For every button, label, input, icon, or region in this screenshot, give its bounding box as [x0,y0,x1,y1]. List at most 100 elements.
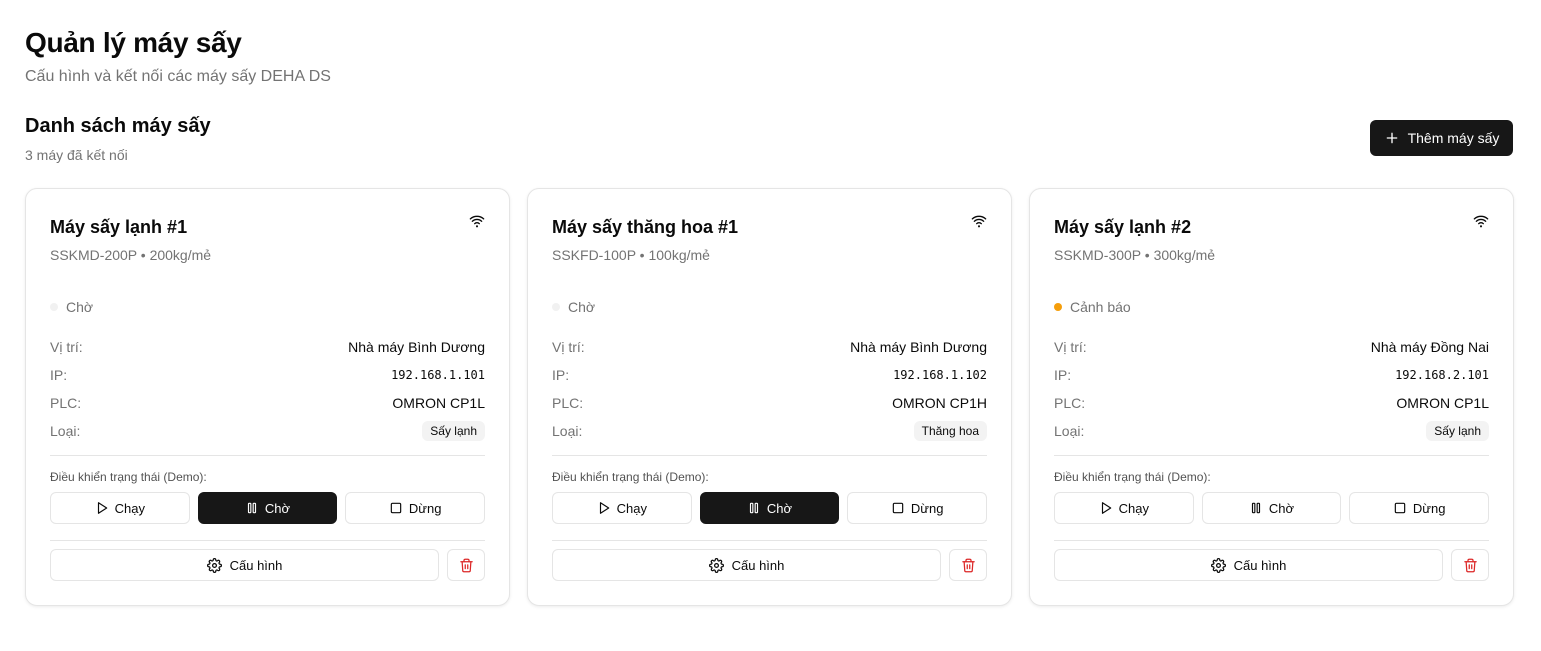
dryer-name: Máy sấy lạnh #2 [1054,217,1192,237]
trash-icon [1463,558,1477,572]
dryer-name: Máy sấy lạnh #1 [50,217,188,237]
delete-button[interactable] [1451,549,1489,581]
plc-value: OMRON CP1L [1396,395,1489,411]
divider [1054,455,1489,456]
status-indicator: Chờ [50,298,93,316]
location-label: Vị trí: [50,339,83,355]
page-header: Quản lý máy sấy Cấu hình và kết nối các … [25,26,331,87]
ip-label: IP: [50,367,68,383]
delete-button[interactable] [949,549,987,581]
divider [552,455,987,456]
status-dot [50,303,58,311]
gear-icon [1210,557,1226,573]
wifi-icon [1473,215,1489,228]
pause-icon [1251,502,1261,514]
delete-button[interactable] [447,549,485,581]
status-text: Chờ [66,299,94,315]
control-label: Điều khiển trạng thái (Demo): [50,470,207,484]
info-row-ip: IP: 192.168.1.101 [50,361,485,389]
run-button[interactable]: Chạy [50,492,190,524]
page-title: Quản lý máy sấy [25,27,242,58]
divider [1054,540,1489,541]
stop-button[interactable]: Dừng [847,492,988,524]
stop-button[interactable]: Dừng [345,492,486,524]
wifi-icon [469,215,485,228]
wait-button[interactable]: Chờ [1201,492,1342,524]
stop-icon [892,502,904,514]
dryer-card-list: Máy sấy lạnh #1 SSKMD-200P • 200kg/mẻ Ch… [25,188,1514,606]
location-value: Nhà máy Đồng Nai [1370,339,1489,355]
card-actions: Cấu hình [552,549,987,581]
plc-value: OMRON CP1L [392,395,485,411]
page-subtitle: Cấu hình và kết nối các máy sấy DEHA DS [25,68,331,85]
card-actions: Cấu hình [1054,549,1489,581]
run-button[interactable]: Chạy [552,492,692,524]
wifi-icon [971,215,987,228]
dryer-card: Máy sấy lạnh #2 SSKMD-300P • 300kg/mẻ Cả… [1029,188,1514,606]
trash-icon [961,558,975,572]
wait-button[interactable]: Chờ [197,492,338,524]
dryer-card: Máy sấy thăng hoa #1 SSKFD-100P • 100kg/… [527,188,1012,606]
play-icon [97,502,107,514]
dryer-model: SSKFD-100P • 100kg/mẻ [552,247,710,263]
status-controls: Chạy Chờ Dừng [552,492,988,524]
run-label: Chạy [1118,500,1150,516]
type-badge: Sấy lạnh [1426,421,1489,441]
stop-label: Dừng [408,500,442,516]
divider [552,540,987,541]
section-title: Danh sách máy sấy [25,115,211,137]
config-button[interactable]: Cấu hình [50,549,439,581]
divider [50,455,485,456]
stop-button[interactable]: Dừng [1349,492,1490,524]
info-row-plc: PLC: OMRON CP1H [552,389,987,417]
ip-label: IP: [552,367,570,383]
add-dryer-button[interactable]: Thêm máy sấy [1370,120,1513,156]
status-indicator: Cảnh báo [1054,298,1131,316]
wait-button[interactable]: Chờ [699,492,840,524]
pause-icon [247,502,257,514]
control-label: Điều khiển trạng thái (Demo): [552,470,709,484]
type-label: Loại: [1054,423,1085,439]
run-label: Chạy [616,500,648,516]
type-label: Loại: [50,423,81,439]
status-dot [1054,303,1062,311]
location-value: Nhà máy Bình Dương [348,339,485,355]
dryer-card: Máy sấy lạnh #1 SSKMD-200P • 200kg/mẻ Ch… [25,188,510,606]
info-row-location: Vị trí: Nhà máy Bình Dương [552,333,987,361]
info-row-ip: IP: 192.168.1.102 [552,361,987,389]
type-badge: Thăng hoa [913,421,987,441]
ip-value: 192.168.2.101 [1395,368,1489,382]
stop-icon [1394,502,1406,514]
plus-icon [1386,132,1397,144]
plc-label: PLC: [50,395,82,411]
location-label: Vị trí: [1054,339,1087,355]
info-row-plc: PLC: OMRON CP1L [50,389,485,417]
type-label: Loại: [552,423,583,439]
status-dot [552,303,560,311]
status-controls: Chạy Chờ Dừng [1054,492,1490,524]
dryer-info: Vị trí: Nhà máy Đồng Nai IP: 192.168.2.101… [1054,333,1489,445]
ip-value: 192.168.1.101 [391,368,485,382]
config-label: Cấu hình [229,557,283,573]
run-button[interactable]: Chạy [1054,492,1194,524]
config-label: Cấu hình [1233,557,1287,573]
dryer-model: SSKMD-200P • 200kg/mẻ [50,247,212,263]
stop-icon [390,502,402,514]
ip-label: IP: [1054,367,1072,383]
status-text: Chờ [568,299,596,315]
info-row-type: Loại: Sấy lạnh [50,417,485,445]
location-label: Vị trí: [552,339,585,355]
section-header: Danh sách máy sấy 3 máy đã kết nối [25,114,211,164]
wait-label: Chờ [264,500,291,516]
info-row-location: Vị trí: Nhà máy Bình Dương [50,333,485,361]
plc-value: OMRON CP1H [892,395,987,411]
config-button[interactable]: Cấu hình [1054,549,1443,581]
gear-icon [708,557,724,573]
plc-label: PLC: [552,395,584,411]
info-row-type: Loại: Thăng hoa [552,417,987,445]
type-badge: Sấy lạnh [422,421,485,441]
dryer-info: Vị trí: Nhà máy Bình Dương IP: 192.168.1.1… [50,333,485,445]
config-button[interactable]: Cấu hình [552,549,941,581]
dryer-model: SSKMD-300P • 300kg/mẻ [1054,247,1216,263]
card-actions: Cấu hình [50,549,485,581]
